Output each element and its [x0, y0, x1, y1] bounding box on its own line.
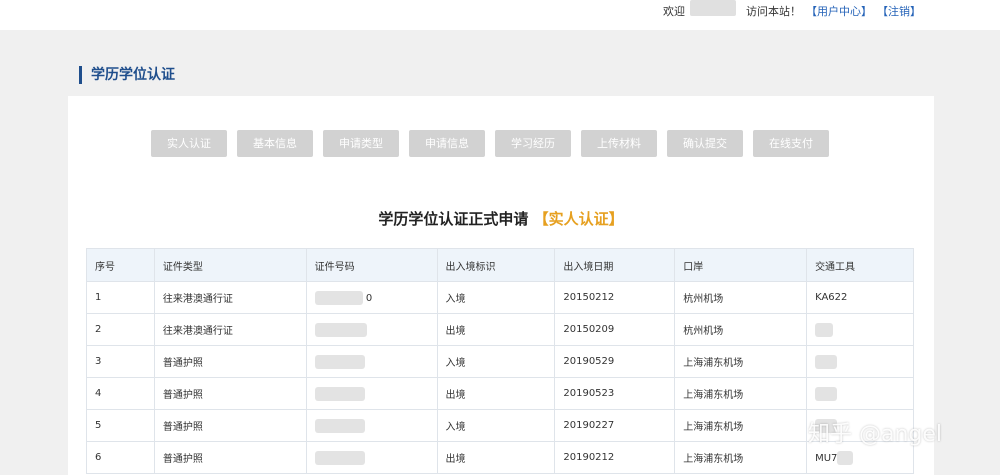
table-row: 4 普通护照 出境 20190523 上海浦东机场 — [86, 377, 914, 410]
cell-doc-type: 往来港澳通行证 — [153, 313, 307, 346]
table-header-row: 序号 证件类型 证件号码 出入境标识 出入境日期 口岸 交通工具 — [86, 248, 914, 282]
cell-doc-no: 0 — [305, 281, 438, 314]
heading-main: 学历学位认证正式申请 — [378, 210, 529, 228]
cell-port: 上海浦东机场 — [674, 345, 808, 378]
cell-flag: 入境 — [436, 345, 556, 378]
redacted-block — [314, 322, 367, 337]
step-basic-info[interactable]: 基本信息 — [237, 130, 313, 157]
step-study-history[interactable]: 学习经历 — [495, 130, 571, 157]
table-row: 1 往来港澳通行证 0 入境 20150212 杭州机场 KA622 — [86, 281, 914, 314]
cell-flag: 出境 — [436, 377, 556, 410]
redacted-block — [837, 450, 854, 465]
cell-no: 1 — [86, 281, 155, 314]
step-online-payment[interactable]: 在线支付 — [753, 130, 829, 157]
header-doc-type: 证件类型 — [153, 248, 307, 282]
cell-doc-type: 往来港澳通行证 — [153, 281, 307, 314]
doc-no-suffix: 0 — [365, 292, 373, 304]
cell-transport — [806, 345, 914, 378]
cell-no: 2 — [86, 313, 155, 346]
cell-transport: KA622 — [806, 281, 914, 314]
visit-text: 访问本站！ — [746, 5, 801, 18]
step-upload-materials[interactable]: 上传材料 — [581, 130, 657, 157]
cell-doc-no — [305, 345, 438, 378]
cell-flag: 入境 — [436, 281, 556, 314]
redacted-block — [314, 450, 365, 465]
logout-link[interactable]: 【注销】 — [877, 3, 921, 19]
cell-transport — [806, 313, 914, 346]
step-application-info[interactable]: 申请信息 — [409, 130, 485, 157]
header-doc-no: 证件号码 — [305, 248, 438, 282]
content-card: 实人认证 基本信息 申请类型 申请信息 学习经历 上传材料 确认提交 在线支付 … — [68, 96, 934, 475]
cell-doc-no — [305, 313, 438, 346]
cell-date: 20190212 — [554, 441, 676, 474]
redacted-block — [815, 354, 838, 369]
transport-prefix: MU7 — [815, 452, 838, 464]
cell-doc-type: 普通护照 — [153, 377, 307, 410]
redacted-block — [314, 290, 363, 305]
travel-record-table: 序号 证件类型 证件号码 出入境标识 出入境日期 口岸 交通工具 1 往来港澳通… — [86, 248, 914, 474]
cell-flag: 出境 — [436, 313, 556, 346]
cell-port: 上海浦东机场 — [674, 377, 808, 410]
cell-date: 20190227 — [554, 409, 676, 442]
step-application-type[interactable]: 申请类型 — [323, 130, 399, 157]
page-heading: 学历学位认证正式申请 【实人认证】 — [68, 208, 934, 229]
header-transport: 交通工具 — [806, 248, 914, 282]
welcome-text: 欢迎 — [663, 5, 685, 18]
cell-doc-type: 普通护照 — [153, 345, 307, 378]
table-row: 6 普通护照 出境 20190212 上海浦东机场 MU7 — [86, 441, 914, 474]
header-date: 出入境日期 — [554, 248, 676, 282]
redacted-block — [314, 418, 365, 433]
top-bar: 欢迎 访问本站！ 【用户中心】 【注销】 — [0, 0, 1000, 30]
cell-no: 6 — [86, 441, 155, 474]
cell-port: 杭州机场 — [674, 281, 808, 314]
header-flag: 出入境标识 — [436, 248, 556, 282]
cell-port: 上海浦东机场 — [674, 441, 808, 474]
redacted-block — [314, 354, 365, 369]
cell-doc-type: 普通护照 — [153, 441, 307, 474]
cell-port: 杭州机场 — [674, 313, 808, 346]
masked-username — [690, 0, 736, 16]
cell-date: 20150212 — [554, 281, 676, 314]
table-row: 2 往来港澳通行证 出境 20150209 杭州机场 — [86, 313, 914, 346]
cell-doc-no — [305, 441, 438, 474]
table-row: 5 普通护照 入境 20190227 上海浦东机场 — [86, 409, 914, 442]
cell-port: 上海浦东机场 — [674, 409, 808, 442]
redacted-block — [815, 322, 834, 337]
redacted-block — [314, 386, 365, 401]
cell-no: 5 — [86, 409, 155, 442]
cell-flag: 入境 — [436, 409, 556, 442]
cell-no: 3 — [86, 345, 155, 378]
redacted-block — [815, 386, 838, 401]
user-center-link[interactable]: 【用户中心】 — [806, 3, 872, 19]
cell-no: 4 — [86, 377, 155, 410]
zhihu-watermark: 知乎 @angel — [808, 422, 943, 447]
section-title: 学历学位认证 — [79, 66, 175, 84]
heading-tag: 【实人认证】 — [533, 210, 624, 228]
cell-doc-no — [305, 409, 438, 442]
table-row: 3 普通护照 入境 20190529 上海浦东机场 — [86, 345, 914, 378]
header-no: 序号 — [86, 248, 155, 282]
cell-date: 20150209 — [554, 313, 676, 346]
cell-doc-type: 普通护照 — [153, 409, 307, 442]
cell-transport — [806, 377, 914, 410]
header-port: 口岸 — [674, 248, 808, 282]
cell-date: 20190523 — [554, 377, 676, 410]
cell-flag: 出境 — [436, 441, 556, 474]
step-confirm-submit[interactable]: 确认提交 — [667, 130, 743, 157]
cell-doc-no — [305, 377, 438, 410]
cell-date: 20190529 — [554, 345, 676, 378]
step-real-person-auth[interactable]: 实人认证 — [151, 130, 227, 157]
